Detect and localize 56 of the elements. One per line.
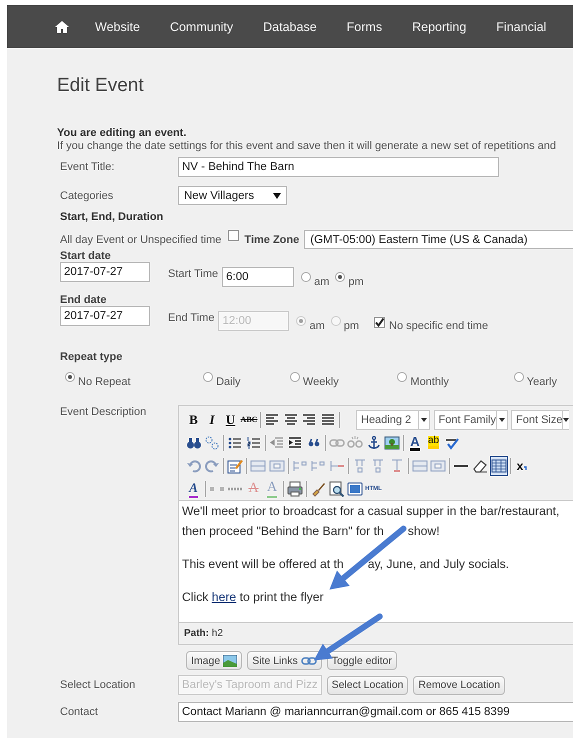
field-label: Event Description (60, 406, 148, 418)
option-label: No Repeat (78, 376, 131, 388)
field-label: Start date (60, 250, 111, 262)
field-label: Categories (60, 190, 114, 202)
paragraph-text: We'll meet prior to broadcast for a casual supper in the bar/restaurant, (182, 504, 560, 518)
bold-icon[interactable]: B (185, 410, 202, 430)
option-label: Yearly (526, 376, 557, 388)
dropdown[interactable]: (GMT-05:00) Eastern Time (US & Canada) (304, 230, 573, 249)
dropdown[interactable]: Heading 2 (356, 410, 430, 430)
option-label: Daily (216, 376, 241, 388)
field-label: End Time (168, 312, 214, 324)
option-label: am (309, 320, 325, 332)
paragraph-text: ay, June, and July socials. (368, 557, 510, 571)
field-label: Select Location (60, 679, 136, 691)
nav-link[interactable]: Database (248, 20, 332, 34)
time-field[interactable]: 6:00 (222, 267, 294, 287)
section-heading: Repeat type (60, 351, 122, 363)
dropdown[interactable]: Font Size (511, 410, 569, 430)
paragraph-text: then proceed "Behind the Barn" for th (182, 524, 384, 538)
field-label: Start Time (168, 268, 218, 280)
option-label: pm (344, 320, 360, 332)
option-label: Monthly (410, 376, 449, 388)
option-label: am (314, 276, 330, 288)
page-title: Edit Event (57, 75, 145, 97)
path-label: Path: h2 (184, 628, 223, 639)
date-field[interactable]: 2017-07-27 (60, 262, 150, 282)
paragraph-text: This event will be offered at th (182, 557, 344, 571)
contact-field[interactable]: Contact Mariann @ marianncurran@gmail.com or 865 415 8399 (178, 702, 573, 722)
field-label: End date (60, 294, 106, 306)
underline-icon[interactable]: U (222, 410, 239, 430)
section-heading: Start, End, Duration (60, 211, 164, 223)
nav-link[interactable]: Financial (481, 20, 562, 34)
field-label: All day Event or Unspecified time (60, 234, 222, 246)
strikethrough-icon[interactable]: ABC (240, 410, 258, 430)
field-label: Event Title: (60, 161, 116, 173)
option-label: No specific end time (389, 320, 488, 332)
nav-link[interactable]: Reporting (397, 20, 482, 34)
option-label: pm (348, 276, 364, 288)
dropdown[interactable]: Font Family (434, 410, 508, 430)
notice-heading: You are editing an event. (57, 127, 188, 140)
image-button[interactable]: Image (186, 651, 242, 670)
nav-link[interactable]: Website (80, 20, 155, 34)
notice-text: If you change the date settings for this event and save then it will generate a new set of repetitions and (57, 140, 557, 153)
dropdown[interactable]: New Villagers (178, 186, 287, 205)
paragraph-text: show! (408, 524, 440, 538)
site-links-button[interactable]: Site Links (247, 651, 322, 670)
nav-link[interactable]: Community (154, 20, 248, 34)
text-field[interactable]: NV - Behind The Barn (178, 157, 499, 177)
option-label: Weekly (302, 376, 339, 388)
field-label: Time Zone (244, 234, 300, 246)
italic-icon[interactable]: I (204, 410, 220, 430)
paragraph-text: Click here to print the flyer (182, 589, 325, 606)
here-link[interactable]: here (212, 590, 236, 604)
toggle-editor-button[interactable]: Toggle editor (326, 651, 397, 670)
nav-link[interactable]: Forms (332, 20, 398, 34)
field-label: Contact (60, 706, 99, 718)
